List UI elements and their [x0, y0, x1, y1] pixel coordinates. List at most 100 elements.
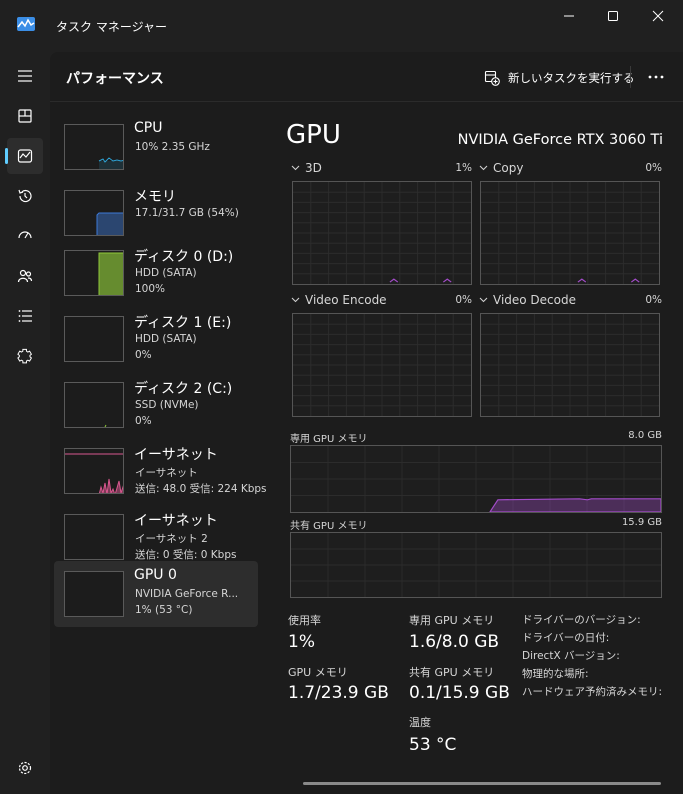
nav-details[interactable]	[7, 298, 43, 334]
shared-memory-graph	[290, 532, 662, 598]
window-title: タスク マネージャー	[56, 20, 167, 34]
maximize-icon	[608, 11, 618, 21]
minimize-icon	[564, 15, 574, 17]
app-history-icon	[18, 189, 32, 203]
settings-gear-icon	[18, 761, 32, 775]
device-detail: 17.1/31.7 GB (54%)	[135, 207, 239, 219]
engine-3d-chart	[293, 182, 471, 284]
active-indicator	[5, 148, 8, 164]
device-name: GPU 0	[134, 567, 177, 583]
maximize-button[interactable]	[598, 4, 628, 28]
engine-selector-copy[interactable]: Copy	[479, 161, 523, 175]
physical-location-label: 物理的な場所:	[522, 668, 589, 680]
engine-video-decode-label: Video Decode	[493, 293, 576, 307]
engine-copy-graph	[480, 181, 660, 285]
gpu-memory-stat-label: GPU メモリ	[288, 666, 348, 679]
dedicated-memory-stat-label: 専用 GPU メモリ	[409, 614, 495, 627]
nav-performance[interactable]	[5, 138, 43, 174]
device-detail: HDD (SATA)	[135, 333, 197, 345]
dedicated-memory-chart	[291, 446, 661, 512]
device-detail: SSD (NVMe)	[135, 399, 199, 411]
horizontal-scrollbar[interactable]	[303, 782, 661, 785]
title-bar: タスク マネージャー	[0, 0, 683, 52]
chevron-down-icon	[291, 297, 300, 303]
details-icon	[18, 310, 32, 322]
main-panel: パフォーマンス 新しいタスクを実行する CPU 10% 2.35 GHz メモリ 17…	[50, 52, 683, 794]
shared-memory-graph-max: 15.9 GB	[621, 517, 662, 528]
device-detail: 1% (53 °C)	[135, 604, 193, 616]
engine-3d-label: 3D	[305, 161, 322, 175]
device-name: ディスク 0 (D:)	[134, 249, 234, 265]
more-dots-icon	[648, 75, 664, 79]
hardware-reserved-memory-label: ハードウェア予約済みメモリ:	[522, 686, 663, 698]
device-thumbnail-graph	[64, 514, 124, 560]
device-name: CPU	[134, 120, 163, 136]
utilization-value: 1%	[288, 632, 315, 652]
device-item[interactable]: CPU 10% 2.35 GHz	[54, 114, 258, 180]
device-name: メモリ	[134, 189, 176, 205]
device-detail: イーサネット 2	[135, 533, 208, 545]
hamburger-menu-button[interactable]	[7, 58, 43, 94]
device-thumbnail-graph	[64, 448, 124, 494]
dedicated-memory-graph-label: 専用 GPU メモリ	[290, 434, 368, 445]
menu-icon	[18, 70, 32, 82]
nav-app-history[interactable]	[7, 178, 43, 214]
services-icon	[17, 348, 33, 364]
engine-copy-percent: 0%	[645, 162, 662, 174]
engine-video-encode-label: Video Encode	[305, 293, 387, 307]
engine-video-decode-percent: 0%	[645, 294, 662, 306]
nav-processes[interactable]	[7, 98, 43, 134]
device-detail: 送信: 0 受信: 0 Kbps	[135, 549, 237, 561]
device-thumbnail-graph	[64, 571, 124, 617]
dedicated-memory-graph	[290, 445, 662, 513]
device-thumbnail-graph	[64, 190, 124, 236]
new-task-icon	[484, 70, 500, 86]
chevron-down-icon	[479, 165, 488, 171]
device-item[interactable]: ディスク 0 (D:) HDD (SATA) 100%	[54, 240, 258, 306]
device-thumbnail-graph	[64, 124, 124, 170]
device-item[interactable]: メモリ 17.1/31.7 GB (54%)	[54, 180, 258, 246]
device-detail: NVIDIA GeForce R...	[135, 588, 239, 600]
close-button[interactable]	[643, 4, 673, 28]
device-thumbnail-graph	[64, 382, 124, 428]
engine-video-encode-chart	[293, 314, 471, 416]
device-detail: 100%	[135, 283, 166, 295]
page-title: パフォーマンス	[66, 71, 164, 87]
device-item[interactable]: GPU 0 NVIDIA GeForce R... 1% (53 °C)	[54, 561, 258, 627]
driver-version-label: ドライバーのバージョン:	[522, 614, 641, 626]
device-name: ディスク 2 (C:)	[134, 381, 233, 397]
device-detail: 0%	[135, 415, 152, 427]
page-header: パフォーマンス 新しいタスクを実行する	[50, 52, 683, 102]
close-icon	[652, 10, 664, 22]
engine-selector-video-encode[interactable]: Video Encode	[291, 293, 387, 307]
device-item[interactable]: ディスク 1 (E:) HDD (SATA) 0%	[54, 306, 258, 372]
device-item[interactable]: ディスク 2 (C:) SSD (NVMe) 0%	[54, 372, 258, 438]
more-options-button[interactable]	[644, 66, 668, 88]
shared-memory-stat-value: 0.1/15.9 GB	[409, 683, 510, 703]
nav-settings[interactable]	[7, 750, 43, 786]
nav-users[interactable]	[7, 258, 43, 294]
performance-icon	[17, 149, 33, 163]
driver-date-label: ドライバーの日付:	[522, 632, 610, 644]
device-item[interactable]: イーサネット イーサネット 送信: 48.0 受信: 224 Kbps	[54, 438, 267, 504]
gpu-model-name: NVIDIA GeForce RTX 3060 Ti	[457, 132, 663, 148]
dedicated-memory-graph-max: 8.0 GB	[628, 430, 662, 441]
engine-selector-3d[interactable]: 3D	[291, 161, 322, 175]
engine-video-decode-chart	[481, 314, 659, 416]
shared-memory-stat-label: 共有 GPU メモリ	[409, 666, 495, 679]
nav-startup-apps[interactable]	[7, 218, 43, 254]
device-name: ディスク 1 (E:)	[134, 315, 232, 331]
device-detail: 送信: 48.0 受信: 224 Kbps	[135, 483, 267, 495]
processes-icon	[18, 109, 32, 123]
minimize-button[interactable]	[554, 4, 584, 28]
engine-selector-video-decode[interactable]: Video Decode	[479, 293, 576, 307]
run-new-task-button[interactable]: 新しいタスクを実行する	[484, 68, 635, 88]
nav-services[interactable]	[7, 338, 43, 374]
directx-version-label: DirectX バージョン:	[522, 650, 620, 662]
engine-3d-percent: 1%	[455, 162, 472, 174]
device-detail: 0%	[135, 349, 152, 361]
engine-video-encode-graph	[292, 313, 472, 417]
temperature-label: 温度	[409, 716, 431, 729]
device-detail: HDD (SATA)	[135, 267, 197, 279]
startup-icon	[18, 231, 32, 239]
